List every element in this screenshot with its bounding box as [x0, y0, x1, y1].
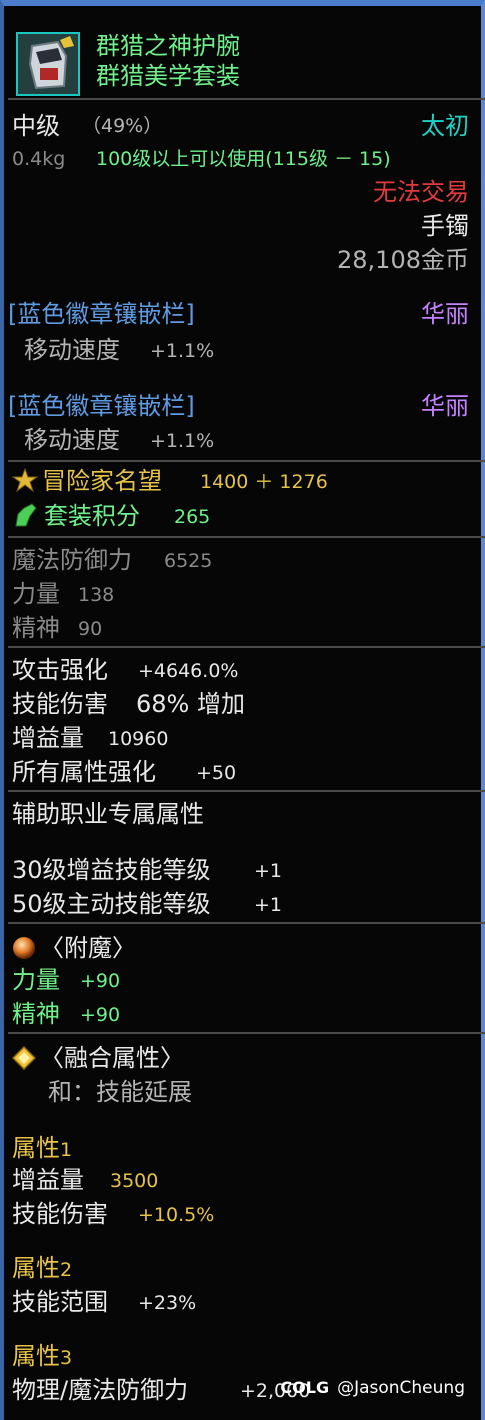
support-section-title: 辅助职业专属属性	[12, 800, 204, 828]
socket-stat-name: 移动速度	[24, 426, 120, 454]
socket-stat-value: +1.1%	[150, 430, 215, 452]
set-points-label: 套装积分	[44, 502, 140, 530]
fusion-attr-name: 技能伤害	[12, 1200, 108, 1228]
socket-quality: 华丽	[421, 392, 469, 420]
weight-label: 0.4kg	[12, 148, 66, 170]
enchant-stat-value: +90	[80, 970, 121, 992]
watermark: COLG @JasonCheung	[280, 1380, 465, 1397]
support-stat-value: +1	[254, 860, 283, 882]
fame-label: 冒险家名望	[42, 467, 162, 495]
grade-percent: （49%）	[82, 115, 163, 137]
fusion-attr-value: +23%	[138, 1292, 197, 1314]
watermark-name: @JasonCheung	[337, 1378, 465, 1398]
socket-stat-value: +1.1%	[150, 340, 215, 362]
fusion-diamond-icon	[12, 1046, 36, 1070]
fusion-attr-name: 技能范围	[12, 1288, 108, 1316]
fusion-attr-label: 属性3	[12, 1342, 73, 1370]
gauntlet-icon	[18, 34, 78, 94]
fusion-attr-label: 属性2	[12, 1254, 73, 1282]
base-stat-name: 精神	[12, 614, 60, 642]
divider	[8, 1032, 485, 1034]
set-name: 群猎美学套装	[96, 62, 240, 90]
enchant-stat-name: 力量	[12, 966, 60, 994]
level-requirement: 100级以上可以使用(115级 － 15)	[96, 148, 391, 170]
base-stat-value: 138	[78, 584, 115, 606]
fusion-title: 〈融合属性〉	[40, 1044, 184, 1072]
slot-type: 手镯	[421, 212, 469, 240]
main-stat-name: 攻击强化	[12, 656, 108, 684]
item-name: 群猎之神护腕	[96, 32, 240, 60]
base-stat-name: 魔法防御力	[12, 546, 132, 574]
enchant-stat-name: 精神	[12, 1000, 60, 1028]
set-points-icon	[15, 503, 37, 527]
sell-price: 28,108金币	[337, 246, 469, 274]
main-stat-name: 所有属性强化	[12, 758, 156, 786]
divider	[8, 646, 485, 648]
divider	[8, 536, 485, 538]
fusion-subtitle: 和：技能延展	[48, 1078, 192, 1106]
item-tooltip: 群猎之神护腕 群猎美学套装 中级 （49%） 太初 0.4kg 100级以上可以…	[0, 0, 485, 1420]
watermark-logo: COLG	[280, 1378, 330, 1397]
support-stat-name: 50级主动技能等级	[12, 890, 211, 918]
socket-name: [蓝色徽章镶嵌栏]	[8, 392, 195, 420]
main-stat-value: 68% 增加	[136, 690, 245, 718]
socket-quality: 华丽	[421, 300, 469, 328]
divider	[8, 98, 485, 100]
divider	[8, 922, 485, 924]
support-stat-name: 30级增益技能等级	[12, 856, 211, 884]
enchant-stat-value: +90	[80, 1004, 121, 1026]
fusion-attr-value: +10.5%	[138, 1204, 215, 1226]
grade-label: 中级	[12, 112, 60, 140]
divider	[8, 460, 485, 462]
rarity-label: 太初	[421, 112, 469, 140]
set-points-value: 265	[174, 506, 211, 528]
enchant-orb-icon	[13, 937, 35, 959]
main-stat-value: +50	[196, 762, 237, 784]
fusion-attr-label: 属性1	[12, 1134, 73, 1162]
enchant-title: 〈附魔〉	[40, 934, 136, 962]
base-stat-value: 6525	[164, 550, 213, 572]
main-stat-value: 10960	[108, 728, 169, 750]
main-stat-value: +4646.0%	[138, 660, 239, 682]
socket-stat-name: 移动速度	[24, 336, 120, 364]
fame-star-icon	[12, 468, 38, 492]
fusion-attr-value: 3500	[110, 1170, 159, 1192]
fusion-attr-name: 增益量	[12, 1166, 84, 1194]
main-stat-name: 增益量	[12, 724, 84, 752]
main-stat-name: 技能伤害	[12, 690, 108, 718]
base-stat-name: 力量	[12, 580, 60, 608]
trade-status: 无法交易	[373, 178, 469, 206]
base-stat-value: 90	[78, 618, 103, 640]
fame-value: 1400 ＋ 1276	[200, 471, 328, 493]
divider	[8, 790, 485, 792]
item-icon	[16, 32, 80, 96]
fusion-attr-name: 物理/魔法防御力	[12, 1376, 189, 1404]
socket-name: [蓝色徽章镶嵌栏]	[8, 300, 195, 328]
support-stat-value: +1	[254, 894, 283, 916]
